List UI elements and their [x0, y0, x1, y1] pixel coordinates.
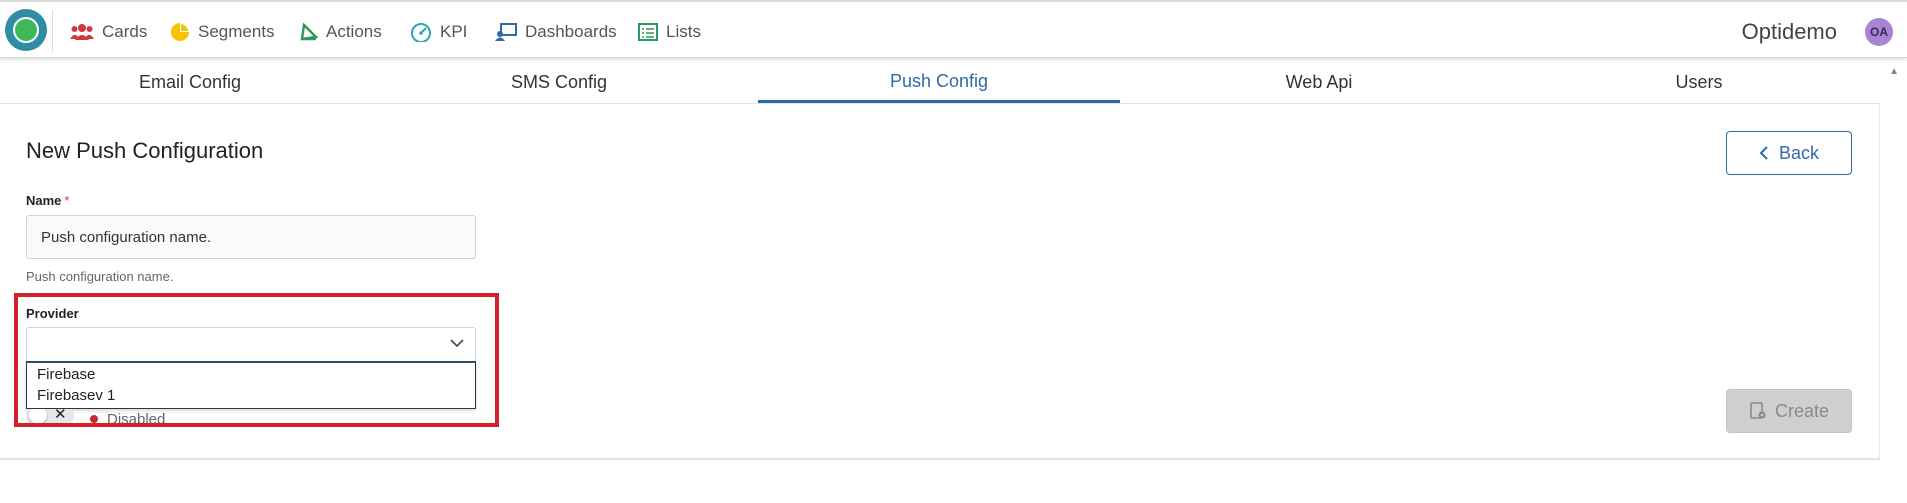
- top-navbar: Cards Segments Actions KPI Dashboards Li…: [0, 0, 1907, 58]
- provider-option-firebasev1[interactable]: Firebasev 1: [37, 387, 115, 404]
- name-label: Name *: [26, 193, 70, 208]
- pie-chart-icon: [171, 23, 189, 41]
- nav-label: Dashboards: [525, 22, 617, 41]
- chevron-down-icon: [450, 339, 464, 348]
- app-logo[interactable]: [5, 9, 47, 51]
- close-icon: ✕: [54, 409, 67, 423]
- provider-dropdown-list: Firebase Firebasev 1: [26, 361, 476, 409]
- nav-item-actions[interactable]: Actions: [300, 22, 382, 42]
- back-button-label: Back: [1778, 142, 1820, 163]
- create-button[interactable]: Create: [1726, 389, 1852, 433]
- provider-select[interactable]: [26, 327, 476, 361]
- status-text: Disabled: [107, 411, 166, 428]
- tab-email-config[interactable]: Email Config: [0, 62, 380, 103]
- nav-label: Lists: [666, 22, 701, 41]
- nav-item-dashboards[interactable]: Dashboards: [495, 22, 617, 42]
- create-button-label: Create: [1774, 400, 1830, 421]
- nav-item-cards[interactable]: Cards: [70, 22, 147, 42]
- nav-label: Actions: [326, 22, 382, 41]
- gauge-icon: [411, 23, 431, 42]
- name-input[interactable]: [26, 215, 476, 259]
- provider-option-firebase[interactable]: Firebase: [37, 366, 95, 383]
- tab-users[interactable]: Users: [1509, 62, 1889, 103]
- users-icon: [70, 24, 94, 40]
- nav-item-segments[interactable]: Segments: [170, 22, 275, 42]
- config-tabs: Email Config SMS Config Push Config Web …: [0, 62, 1880, 104]
- tab-sms-config[interactable]: SMS Config: [369, 62, 749, 103]
- dashboard-icon: [495, 23, 517, 41]
- chevron-left-icon: [1759, 146, 1768, 160]
- name-hint: Push configuration name.: [26, 269, 174, 284]
- tab-push-config[interactable]: Push Config: [758, 62, 1120, 103]
- required-marker: *: [64, 193, 70, 208]
- nav-item-kpi[interactable]: KPI: [410, 22, 467, 42]
- page-title: New Push Configuration: [26, 138, 264, 163]
- back-button[interactable]: Back: [1726, 131, 1852, 175]
- nav-label: KPI: [440, 22, 468, 41]
- logo-divider: [52, 10, 53, 52]
- avatar[interactable]: OA: [1865, 18, 1893, 46]
- tab-web-api[interactable]: Web Api: [1129, 62, 1509, 103]
- list-icon: [638, 23, 658, 41]
- actions-icon: [300, 23, 318, 41]
- brand-name: Optidemo: [1741, 19, 1837, 44]
- document-settings-icon: [1750, 402, 1766, 419]
- scroll-up-icon[interactable]: ▲: [1889, 66, 1899, 77]
- nav-item-lists[interactable]: Lists: [638, 22, 701, 42]
- status-indicator: [90, 415, 98, 423]
- nav-label: Cards: [102, 22, 148, 41]
- provider-label: Provider: [26, 306, 79, 321]
- nav-label: Segments: [198, 22, 275, 41]
- enabled-toggle[interactable]: ✕: [26, 409, 74, 431]
